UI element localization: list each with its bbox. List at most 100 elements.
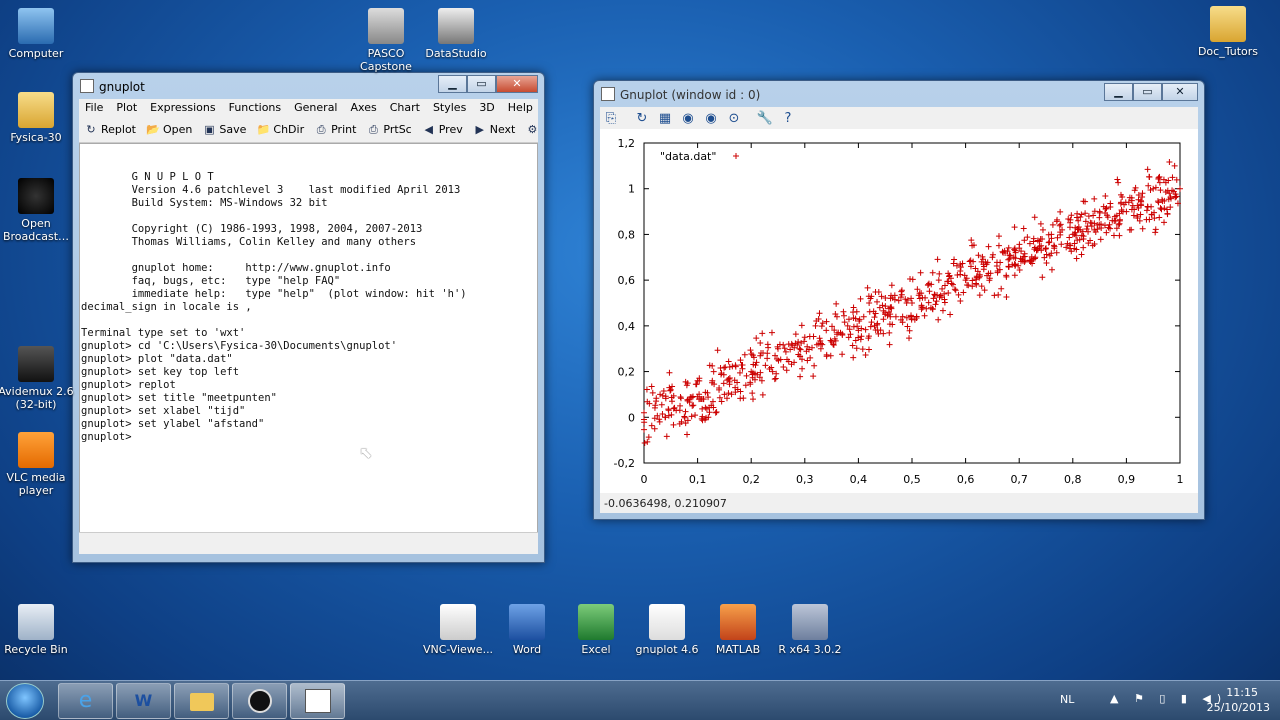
data-point [1082,210,1089,217]
plot-minimize-button[interactable]: ▁ [1104,83,1133,101]
plot-close-button[interactable]: ✕ [1162,83,1198,101]
toolbar-label: Replot [101,123,136,136]
open-icon: 📂 [146,123,160,136]
desktop-icon-label: Computer [8,47,64,60]
toolbar-replot-button[interactable]: ↻ Replot [84,123,136,136]
data-point [1155,199,1162,206]
plot-toolbar: ⎘ ↻ ▦ ◉ ◉ ⊙ 🔧? [600,107,1198,129]
console-titlebar[interactable]: gnuplot ▁ ▭ ✕ [73,73,544,99]
menu-general[interactable]: General [288,99,344,117]
data-point [1156,179,1163,186]
data-point [1110,232,1117,239]
console-text[interactable]: G N U P L O T Version 4.6 patchlevel 3 l… [79,143,538,554]
data-point [874,298,881,305]
data-point [1177,185,1183,192]
data-point [665,407,672,414]
desktop-user-folder-shortcut[interactable]: Fysica-30 [0,92,78,144]
data-point [917,269,924,276]
unzoom-icon[interactable]: ⊙ [723,108,745,128]
data-point [926,288,933,295]
desktop-computer-shortcut[interactable]: Computer [0,8,78,60]
options-icon: ⚙ [527,123,538,136]
toolbar-chdir-button[interactable]: 📁 ChDir [256,123,305,136]
data-point [706,409,713,416]
gnuplot-plot-window[interactable]: Gnuplot (window id : 0) ▁ ▭ ✕ ⎘ ↻ ▦ ◉ ◉ ⊙ 🔧? 0… [593,80,1205,520]
desktop-datastudio-shortcut[interactable]: DataStudio [414,8,498,60]
data-point [816,335,823,342]
menu-3d[interactable]: 3D [473,99,501,117]
toolbar-print-button[interactable]: ⎙ Print [314,123,357,136]
toolbar-c-button[interactable]: ⚙C [525,123,538,136]
data-point [651,425,658,432]
data-point [998,285,1005,292]
menu-plot[interactable]: Plot [110,99,144,117]
data-point [1016,267,1023,274]
desktop-avidemux-shortcut[interactable]: Avidemux 2.6 (32-bit) [0,346,78,411]
data-point [658,401,665,408]
plot-maximize-button[interactable]: ▭ [1133,83,1162,101]
toolbar-prev-button[interactable]: ◀ Prev [422,123,463,136]
zoom-next-icon[interactable]: ◉ [700,108,722,128]
taskbar-ie-button[interactable]: e [58,683,113,719]
data-point [816,310,823,317]
menu-file[interactable]: File [79,99,110,117]
data-point [858,333,865,340]
desktop-recycle-bin-shortcut[interactable]: Recycle Bin [0,604,78,656]
data-point [862,326,869,333]
language-indicator[interactable]: NL [1060,693,1074,706]
data-point [1037,220,1044,227]
data-point [853,345,860,352]
data-point [677,393,684,400]
menu-styles[interactable]: Styles [427,99,473,117]
data-point [1085,213,1092,220]
taskbar-gnuplot-button[interactable] [290,683,345,719]
help-icon[interactable]: ? [777,108,799,128]
zoom-prev-icon[interactable]: ◉ [677,108,699,128]
menu-help[interactable]: Help [502,99,540,117]
data-point [1152,229,1159,236]
config-icon[interactable]: 🔧 [754,108,776,128]
x-tick-label: 0,6 [957,473,975,486]
clock-time[interactable]: 11:15 [1226,686,1258,699]
menu-chart[interactable]: Chart [384,99,427,117]
x-tick-label: 0,1 [689,473,707,486]
grid-icon[interactable]: ▦ [654,108,676,128]
data-point [713,408,720,415]
toolbar-prtsc-button[interactable]: ⎙ PrtSc [366,123,412,136]
data-point [1150,185,1157,192]
desktop-r-shortcut[interactable]: R x64 3.0.2 [768,604,852,656]
data-point [681,413,688,420]
taskbar-word-button[interactable]: W [116,683,171,719]
next-icon: ▶ [475,123,484,136]
taskbar-explorer-button[interactable] [174,683,229,719]
plot-titlebar[interactable]: Gnuplot (window id : 0) ▁ ▭ ✕ [594,81,1204,107]
taskbar-obs-button[interactable] [232,683,287,719]
menu-axes[interactable]: Axes [345,99,384,117]
replot-icon[interactable]: ↻ [631,108,653,128]
data-point [922,294,929,301]
start-button[interactable] [6,683,44,719]
toolbar-open-button[interactable]: 📂 Open [146,123,192,136]
console-title: gnuplot [99,80,145,94]
toolbar-next-button[interactable]: ▶ Next [473,123,516,136]
gnuplot-console-window[interactable]: gnuplot ▁ ▭ ✕ File Plot Expressions Functio… [72,72,545,563]
close-button[interactable]: ✕ [496,75,538,93]
clock-date[interactable]: 25/10/2013 [1207,701,1270,714]
menu-functions[interactable]: Functions [223,99,289,117]
menu-expressions[interactable]: Expressions [144,99,222,117]
toolbar-save-button[interactable]: ▣ Save [202,123,246,136]
minimize-button[interactable]: ▁ [438,75,467,93]
data-point [1083,225,1090,232]
desktop-obs-shortcut[interactable]: Open Broadcast… [0,178,78,243]
data-point [908,313,915,320]
maximize-button[interactable]: ▭ [467,75,496,93]
data-point [1143,216,1150,223]
data-point [823,318,830,325]
desktop-vlc-shortcut[interactable]: VLC media player [0,432,78,497]
copy-clipboard-icon[interactable]: ⎘ [600,108,622,128]
plot-canvas[interactable]: 0 0,1 0,2 0,3 0,4 0,5 0,6 0,7 0,8 0,9 1 -0,2 0 0,2 0,4… [600,129,1198,493]
desktop-folder-shortcut[interactable]: Doc_Tutors [1186,6,1270,58]
data-point [1097,236,1104,243]
data-point [666,369,673,376]
excel-icon [578,604,614,640]
